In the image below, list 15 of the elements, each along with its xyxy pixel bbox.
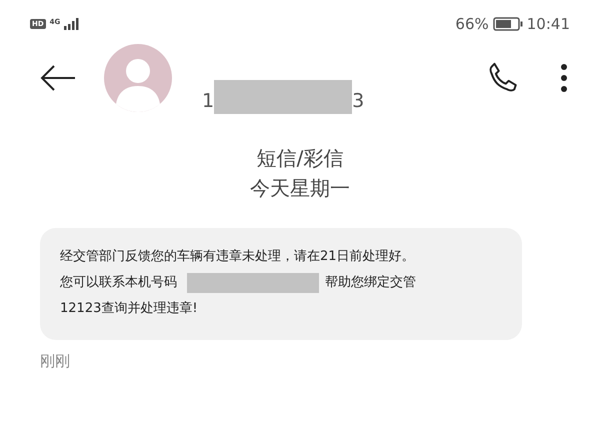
back-arrow-icon[interactable] <box>40 65 76 91</box>
message-line: 帮助您绑定交管 <box>325 274 416 292</box>
phone-number-start: 1 <box>202 89 214 114</box>
thread-channel: 短信/彩信 <box>256 145 344 172</box>
message-time: 刚刚 <box>40 352 71 371</box>
thread-date: 今天星期一 <box>250 175 350 202</box>
message-line: 12123查询并处理违章! <box>60 300 199 318</box>
clock-time: 10:41 <box>526 15 570 33</box>
battery-icon <box>492 17 523 31</box>
message-line: 您可以联系本机号码 <box>60 274 177 292</box>
battery-percent: 66% <box>455 15 489 33</box>
more-menu-icon[interactable] <box>560 63 568 93</box>
phone-number-end: 3 <box>352 89 364 114</box>
message-line: 经交管部门反馈您的车辆有违章未处理，请在21日前处理好。 <box>60 248 416 266</box>
signal-icon <box>64 18 80 30</box>
